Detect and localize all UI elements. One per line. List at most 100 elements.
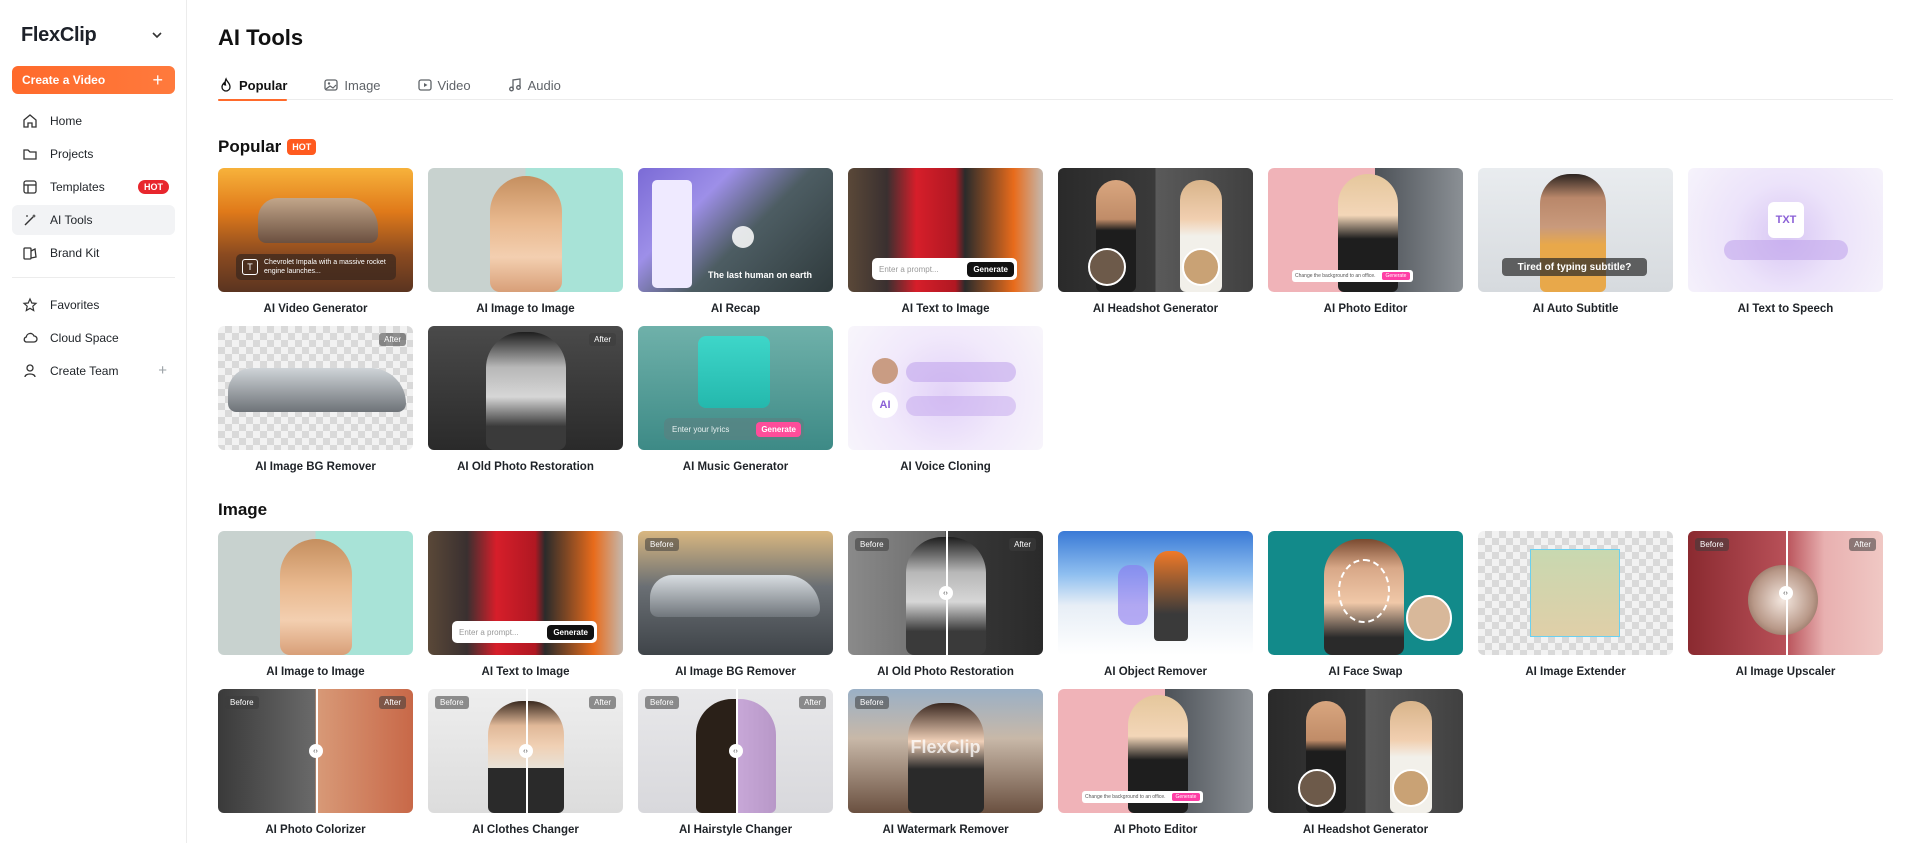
tool-card-ai-face-swap[interactable]: AI Face Swap	[1268, 531, 1463, 689]
page-title: AI Tools	[218, 25, 304, 50]
card-thumbnail: ‹› Before After	[428, 689, 623, 813]
sidebar-item-templates[interactable]: Templates HOT	[12, 172, 175, 202]
avatar	[1392, 769, 1430, 807]
card-label: AI Photo Colorizer	[265, 824, 366, 836]
sidebar-item-home[interactable]: Home	[12, 106, 175, 136]
tool-card-ai-image-bg-remover[interactable]: Before AI Image BG Remover	[638, 531, 833, 689]
tab-audio[interactable]: Audio	[507, 70, 561, 100]
card-label: AI Image BG Remover	[675, 666, 796, 678]
tool-card-ai-video-generator[interactable]: T Chevrolet Impala with a massive rocket…	[218, 168, 413, 326]
tab-video[interactable]: Video	[417, 70, 471, 100]
brand-kit-icon	[22, 245, 38, 261]
card-thumbnail: Tired of typing subtitle?	[1478, 168, 1673, 292]
tool-card-ai-photo-colorizer[interactable]: ‹› Before After AI Photo Colorizer	[218, 689, 413, 843]
tool-card-ai-image-to-image[interactable]: AI Image to Image	[428, 168, 623, 326]
card-thumbnail: Enter a prompt... Generate	[428, 531, 623, 655]
tool-card-ai-headshot-generator[interactable]: AI Headshot Generator	[1058, 168, 1253, 326]
caption-text: Change the background to an office.	[1085, 794, 1166, 800]
card-thumbnail: ‹› Before After	[218, 689, 413, 813]
tool-card-ai-photo-editor[interactable]: Change the background to an office. Gene…	[1268, 168, 1463, 326]
tool-card-ai-watermark-remover[interactable]: FlexClip Before AI Watermark Remover	[848, 689, 1043, 843]
section-title-text: Image	[218, 500, 268, 519]
face-outline	[1338, 559, 1390, 623]
user-icon	[22, 363, 38, 379]
tool-card-ai-object-remover[interactable]: AI Object Remover	[1058, 531, 1253, 689]
scene-strip	[652, 180, 692, 288]
selection-highlight	[1118, 565, 1148, 625]
tool-card-ai-image-upscaler[interactable]: ‹› Before After AI Image Upscaler	[1688, 531, 1883, 689]
prompt-input: Enter a prompt... Generate	[872, 258, 1017, 280]
tool-card-ai-recap[interactable]: The last human on earth AI Recap	[638, 168, 833, 326]
car-shape	[228, 368, 406, 412]
tool-card-ai-text-to-image[interactable]: Enter a prompt... Generate AI Text to Im…	[848, 168, 1043, 326]
tool-card-ai-old-photo-restoration[interactable]: ‹› Before After AI Old Photo Restoration	[848, 531, 1043, 689]
car-shape	[258, 198, 378, 243]
sidebar-divider	[12, 277, 175, 278]
waveform-icon	[1724, 240, 1848, 260]
card-thumbnail	[218, 531, 413, 655]
sidebar-item-label: Brand Kit	[50, 246, 100, 260]
card-thumbnail: The last human on earth	[638, 168, 833, 292]
add-team-icon[interactable]: +	[158, 362, 167, 379]
generate-button: Generate	[967, 261, 1014, 277]
portrait-shape	[486, 332, 566, 450]
sidebar-item-create-team[interactable]: Create Team +	[12, 356, 175, 386]
sidebar-item-ai-tools[interactable]: AI Tools	[12, 205, 175, 235]
card-label: AI Image to Image	[266, 666, 365, 678]
card-label: AI Video Generator	[263, 303, 368, 315]
tool-card-ai-music-generator[interactable]: Enter your lyrics Generate AI Music Gene…	[638, 326, 833, 484]
tool-card-ai-old-photo-restoration[interactable]: After AI Old Photo Restoration	[428, 326, 623, 484]
tab-label: Popular	[239, 77, 288, 93]
before-tag: Before	[855, 538, 889, 551]
avatar	[1406, 595, 1452, 641]
card-label: AI Text to Speech	[1737, 303, 1834, 315]
tab-image[interactable]: Image	[323, 70, 381, 100]
section-title-popular: Popular HOT	[218, 137, 317, 157]
flexclip-logo[interactable]: FlexClip	[21, 24, 97, 47]
card-thumbnail: Change the background to an office. Gene…	[1058, 689, 1253, 813]
portrait-shape	[908, 703, 984, 813]
tab-popular[interactable]: Popular	[218, 70, 288, 101]
templates-icon	[22, 179, 38, 195]
create-video-button[interactable]: Create a Video +	[12, 66, 175, 94]
sidebar-item-projects[interactable]: Projects	[12, 139, 175, 169]
edit-prompt-bar: Change the background to an office. Gene…	[1292, 270, 1414, 282]
chevron-down-icon[interactable]	[147, 25, 167, 45]
sidebar-item-brand-kit[interactable]: Brand Kit	[12, 238, 175, 268]
folder-icon	[22, 146, 38, 162]
tool-card-ai-voice-cloning[interactable]: AI AI Voice Cloning	[848, 326, 1043, 484]
after-tag: After	[1009, 538, 1036, 551]
watch-shape	[1748, 565, 1818, 635]
tool-card-ai-image-extender[interactable]: AI Image Extender	[1478, 531, 1673, 689]
ai-badge-icon: AI	[872, 392, 898, 418]
after-tag: After	[379, 696, 406, 709]
overlay-text: Chevrolet Impala with a massive rocket e…	[264, 259, 386, 275]
tool-card-ai-clothes-changer[interactable]: ‹› Before After AI Clothes Changer	[428, 689, 623, 843]
compare-handle-icon: ‹›	[938, 586, 953, 600]
tool-card-ai-auto-subtitle[interactable]: Tired of typing subtitle? AI Auto Subtit…	[1478, 168, 1673, 326]
card-thumbnail: Change the background to an office. Gene…	[1268, 168, 1463, 292]
album-cover	[698, 336, 770, 408]
card-thumbnail	[1268, 531, 1463, 655]
watermark-text: FlexClip	[910, 737, 981, 757]
tool-card-ai-hairstyle-changer[interactable]: ‹› Before After AI Hairstyle Changer	[638, 689, 833, 843]
tool-card-ai-photo-editor[interactable]: Change the background to an office. Gene…	[1058, 689, 1253, 843]
sidebar-item-cloud-space[interactable]: Cloud Space	[12, 323, 175, 353]
card-label: AI Voice Cloning	[900, 461, 991, 473]
tool-card-ai-headshot-generator[interactable]: AI Headshot Generator	[1268, 689, 1463, 843]
card-label: AI Old Photo Restoration	[877, 666, 1014, 678]
after-tag: After	[799, 696, 826, 709]
image-grid: AI Image to Image Enter a prompt... Gene…	[218, 531, 1893, 843]
avatar	[1298, 769, 1336, 807]
popular-grid: T Chevrolet Impala with a massive rocket…	[218, 168, 1893, 484]
tool-card-ai-image-bg-remover[interactable]: After AI Image BG Remover	[218, 326, 413, 484]
card-thumbnail	[1478, 531, 1673, 655]
tool-card-ai-image-to-image[interactable]: AI Image to Image	[218, 531, 413, 689]
tool-card-ai-text-to-speech[interactable]: TXT AI Text to Speech	[1688, 168, 1883, 326]
card-thumbnail: ‹› Before After	[638, 689, 833, 813]
before-tag: Before	[225, 696, 259, 709]
sidebar-item-favorites[interactable]: Favorites	[12, 290, 175, 320]
sidebar-item-label: Favorites	[50, 298, 100, 312]
tab-label: Video	[437, 77, 471, 93]
tool-card-ai-text-to-image[interactable]: Enter a prompt... Generate AI Text to Im…	[428, 531, 623, 689]
